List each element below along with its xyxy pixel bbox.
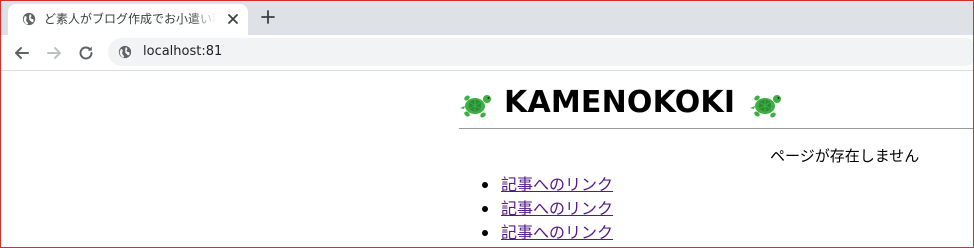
site-title[interactable]: KAMENOKOKI bbox=[504, 85, 735, 121]
bullet bbox=[482, 230, 488, 236]
article-link[interactable]: 記事へのリンク bbox=[501, 222, 613, 244]
tab-title: ど素人がブログ作成でお小遣い稼ぎを bbox=[44, 12, 216, 26]
arrow-left-icon[interactable] bbox=[12, 43, 32, 63]
site-header: KAMENOKOKI bbox=[459, 83, 974, 129]
browser-tab[interactable]: ど素人がブログ作成でお小遣い稼ぎを bbox=[8, 4, 248, 35]
article-link[interactable]: 記事へのリンク bbox=[501, 174, 613, 196]
reload-icon[interactable] bbox=[76, 43, 96, 63]
bullet bbox=[482, 182, 488, 188]
globe-icon[interactable] bbox=[118, 45, 132, 59]
url-text[interactable]: localhost:81 bbox=[143, 43, 222, 61]
arrow-right-icon[interactable] bbox=[44, 43, 64, 63]
page-content: KAMENOKOKI ページが存在しません 記事へのリンク 記事へのリンク 記事… bbox=[0, 71, 974, 248]
close-icon[interactable] bbox=[226, 12, 240, 26]
plus-icon[interactable] bbox=[260, 9, 276, 25]
turtle-icon bbox=[750, 95, 781, 118]
article-link[interactable]: 記事へのリンク bbox=[501, 198, 613, 220]
bullet bbox=[482, 206, 488, 212]
browser-toolbar: localhost:81 bbox=[0, 35, 974, 71]
not-found-message: ページが存在しません bbox=[770, 147, 920, 165]
globe-icon bbox=[22, 12, 36, 26]
address-bar[interactable]: localhost:81 bbox=[108, 38, 974, 66]
turtle-icon bbox=[460, 95, 491, 118]
tab-strip: ど素人がブログ作成でお小遣い稼ぎを bbox=[0, 0, 974, 35]
